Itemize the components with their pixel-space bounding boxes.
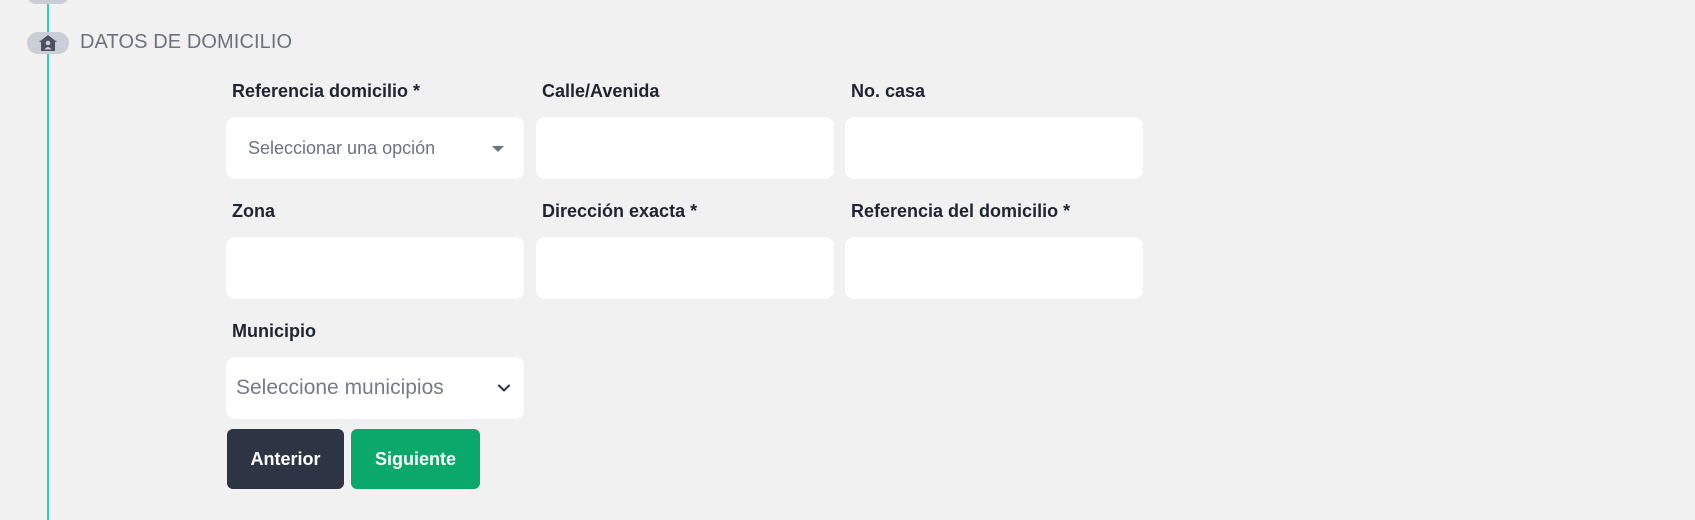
field-direccion-exacta: Dirección exacta *: [536, 198, 834, 299]
chevron-down-icon: [498, 384, 510, 392]
calle-avenida-input[interactable]: [536, 117, 834, 179]
field-calle-avenida: Calle/Avenida: [536, 78, 834, 179]
field-label: Dirección exacta *: [542, 201, 698, 221]
referencia-domicilio-select[interactable]: Seleccionar una opción: [226, 117, 524, 179]
field-zona: Zona: [226, 198, 524, 299]
zona-input[interactable]: [226, 237, 524, 299]
field-label: No. casa: [851, 81, 926, 101]
no-casa-input[interactable]: [845, 117, 1143, 179]
field-referencia-del-domicilio: Referencia del domicilio *: [845, 198, 1143, 299]
field-label: Zona: [232, 201, 275, 221]
previous-button[interactable]: Anterior: [227, 429, 344, 489]
field-municipio: Municipio Seleccione municipios: [226, 318, 524, 419]
field-no-casa: No. casa: [845, 78, 1143, 179]
referencia-del-domicilio-input[interactable]: [845, 237, 1143, 299]
field-label: Municipio: [232, 321, 316, 341]
timeline-line: [47, 0, 49, 520]
step-title: DATOS DE DOMICILIO: [80, 31, 293, 53]
select-value: Seleccionar una opción: [248, 138, 436, 158]
direccion-exacta-input[interactable]: [536, 237, 834, 299]
field-label: Calle/Avenida: [542, 81, 660, 101]
previous-step-icon: [27, 0, 69, 4]
field-referencia-domicilio: Referencia domicilio * Seleccionar una o…: [226, 78, 524, 179]
caret-down-icon: [492, 146, 504, 152]
field-label: Referencia domicilio *: [232, 81, 421, 101]
home-icon: [27, 32, 69, 54]
municipio-select[interactable]: Seleccione municipios: [226, 357, 524, 419]
next-button[interactable]: Siguiente: [351, 429, 480, 489]
field-label: Referencia del domicilio *: [851, 201, 1071, 221]
select-placeholder: Seleccione municipios: [236, 376, 444, 399]
